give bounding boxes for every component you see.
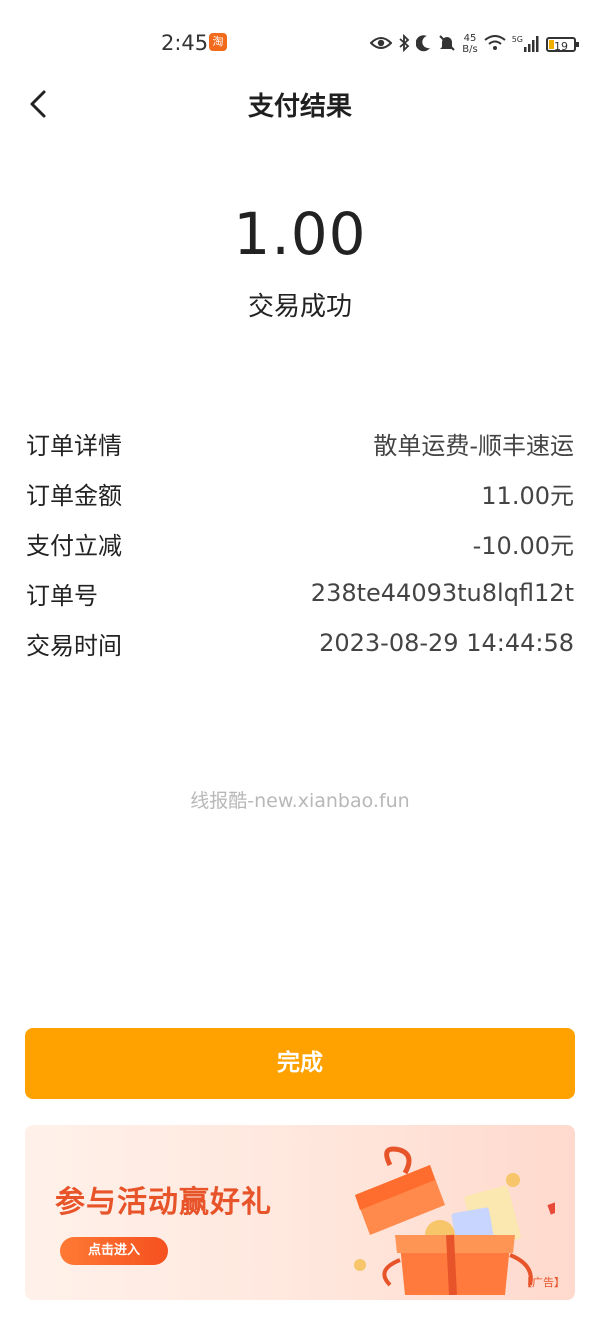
detail-row-trade-time: 交易时间 2023-08-29 14:44:58 [26, 618, 574, 668]
detail-label: 订单详情 [26, 431, 122, 460]
detail-value: 11.00元 [481, 481, 574, 510]
detail-value[interactable]: 238te44093tu8lqfl12t [311, 579, 574, 607]
detail-row-order-info: 订单详情 散单运费-顺丰速运 [26, 418, 574, 468]
payment-amount: 1.00 [233, 200, 367, 268]
detail-row-order-number: 订单号 238te44093tu8lqfl12t [26, 568, 574, 618]
detail-row-order-amount: 订单金额 11.00元 [26, 468, 574, 518]
detail-label: 支付立减 [26, 531, 122, 560]
page-title: 支付结果 [247, 92, 352, 122]
status-bar: 2:45 淘 45 B/s 5G 19 [0, 0, 600, 86]
moon-icon [415, 34, 432, 55]
signal-icon: 5G [512, 36, 540, 52]
detail-label: 订单金额 [26, 481, 122, 510]
order-details: 订单详情 散单运费-顺丰速运 订单金额 11.00元 支付立减 -10.00元 … [26, 418, 574, 668]
done-button[interactable]: 完成 [25, 1028, 575, 1099]
nav-bar: 支付结果 [0, 76, 600, 132]
status-icons: 45 B/s 5G 19 [369, 30, 579, 58]
bluetooth-icon [398, 33, 410, 55]
ad-label: 【广告】 [521, 1276, 565, 1289]
detail-row-discount: 支付立减 -10.00元 [26, 518, 574, 568]
detail-value: 散单运费-顺丰速运 [373, 431, 574, 460]
bell-mute-icon [438, 34, 456, 55]
detail-label: 交易时间 [26, 631, 122, 660]
watermark: 线报酷-new.xianbao.fun [190, 790, 410, 812]
banner-title: 参与活动赢好礼 [55, 1185, 272, 1220]
promo-banner[interactable]: 参与活动赢好礼 点击进入 【广告】 [25, 1125, 575, 1300]
detail-value: -10.00元 [472, 531, 574, 560]
detail-label: 订单号 [26, 581, 98, 610]
taobao-notification-icon: 淘 [209, 33, 227, 51]
eye-icon [369, 35, 393, 54]
detail-value: 2023-08-29 14:44:58 [319, 629, 574, 657]
gift-box-icon [354, 1146, 555, 1295]
payment-status: 交易成功 [247, 292, 352, 322]
wifi-icon [484, 34, 506, 54]
network-speed: 45 B/s [462, 33, 478, 55]
status-time: 2:45 [161, 31, 209, 55]
battery-icon: 19 [546, 36, 579, 53]
banner-enter-button[interactable]: 点击进入 [60, 1237, 168, 1265]
